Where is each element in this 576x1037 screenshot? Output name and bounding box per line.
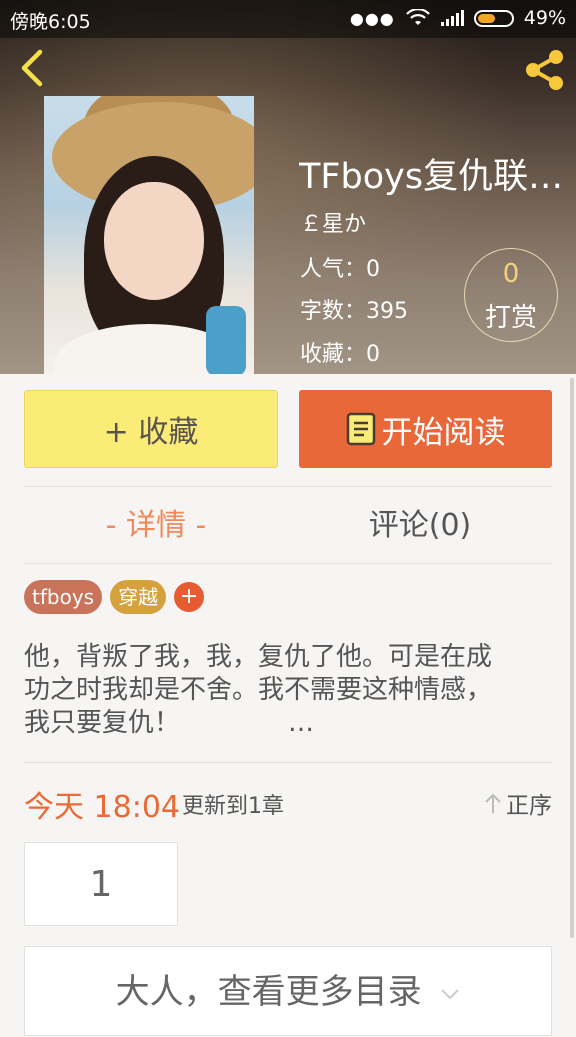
book-icon (346, 412, 375, 446)
book-popularity: 人气：0 (300, 257, 380, 282)
status-bar: 傍晚6:05 ●●● 49% (0, 0, 576, 38)
add-favorite-label: + 收藏 (103, 415, 199, 450)
sort-order-label: 正序 (506, 793, 552, 819)
update-time: 今天 18:04 (24, 790, 180, 825)
scrollbar[interactable] (570, 378, 574, 938)
notification-dots-icon: ●●● (349, 8, 395, 28)
synopsis-ellipsis: … (288, 708, 315, 738)
tab-details[interactable]: - 详情 - (24, 500, 288, 544)
arrow-up-icon (485, 793, 501, 813)
status-icons: ●●● 49% (350, 7, 566, 29)
tag-tfboys[interactable]: tfboys (24, 580, 103, 614)
start-reading-label: 开始阅读 (381, 414, 506, 451)
tag-time-travel[interactable]: 穿越 (110, 580, 167, 614)
divider (24, 563, 552, 564)
tab-comments[interactable]: 评论(0) (288, 500, 552, 544)
sort-order-button[interactable]: 正序 (484, 786, 552, 820)
back-button[interactable] (14, 48, 50, 88)
more-catalog-button[interactable]: 大人，查看更多目录 (24, 946, 552, 1036)
synopsis-line-text: 我只要复仇！ (24, 708, 181, 738)
book-author[interactable]: ￡星か (300, 206, 366, 238)
share-button[interactable] (522, 48, 566, 92)
tag-list: tfboys 穿越 + (24, 580, 205, 614)
book-cover-image[interactable] (44, 96, 254, 374)
synopsis-line: 我只要复仇！ … (24, 707, 544, 740)
synopsis-line: 他，背叛了我，我，复仇了他。可是在成 (24, 642, 493, 672)
start-reading-button[interactable]: 开始阅读 (299, 390, 552, 468)
reward-label: 打赏 (484, 303, 537, 333)
wifi-icon (405, 9, 430, 25)
battery-icon (473, 9, 514, 27)
divider (24, 762, 552, 763)
status-time: 傍晚6:05 (10, 11, 91, 33)
update-info: 今天 18:04 更新到1章 正序 (24, 782, 552, 825)
chapter-item[interactable]: 1 (24, 842, 178, 926)
more-catalog-label: 大人，查看更多目录 (115, 972, 422, 1012)
synopsis-line: 功之时我却是不舍。我不需要这种情感， (24, 675, 493, 705)
signal-icon (440, 10, 464, 26)
add-favorite-button[interactable]: + 收藏 (24, 390, 278, 468)
book-synopsis[interactable]: 他，背叛了我，我，复仇了他。可是在成 功之时我却是不舍。我不需要这种情感， 我只… (24, 641, 544, 740)
reward-count: 0 (502, 259, 520, 289)
divider (24, 486, 552, 487)
book-word-count: 字数：395 (300, 299, 408, 324)
reward-button[interactable]: 0 打赏 (464, 248, 558, 342)
book-title: TFboys复仇联… (299, 157, 564, 197)
update-text: 更新到1章 (182, 794, 284, 819)
chevron-down-icon (441, 988, 460, 999)
add-tag-button[interactable]: + (174, 582, 205, 612)
battery-percent: 49% (523, 7, 566, 29)
book-favorites-count: 收藏：0 (300, 342, 380, 367)
